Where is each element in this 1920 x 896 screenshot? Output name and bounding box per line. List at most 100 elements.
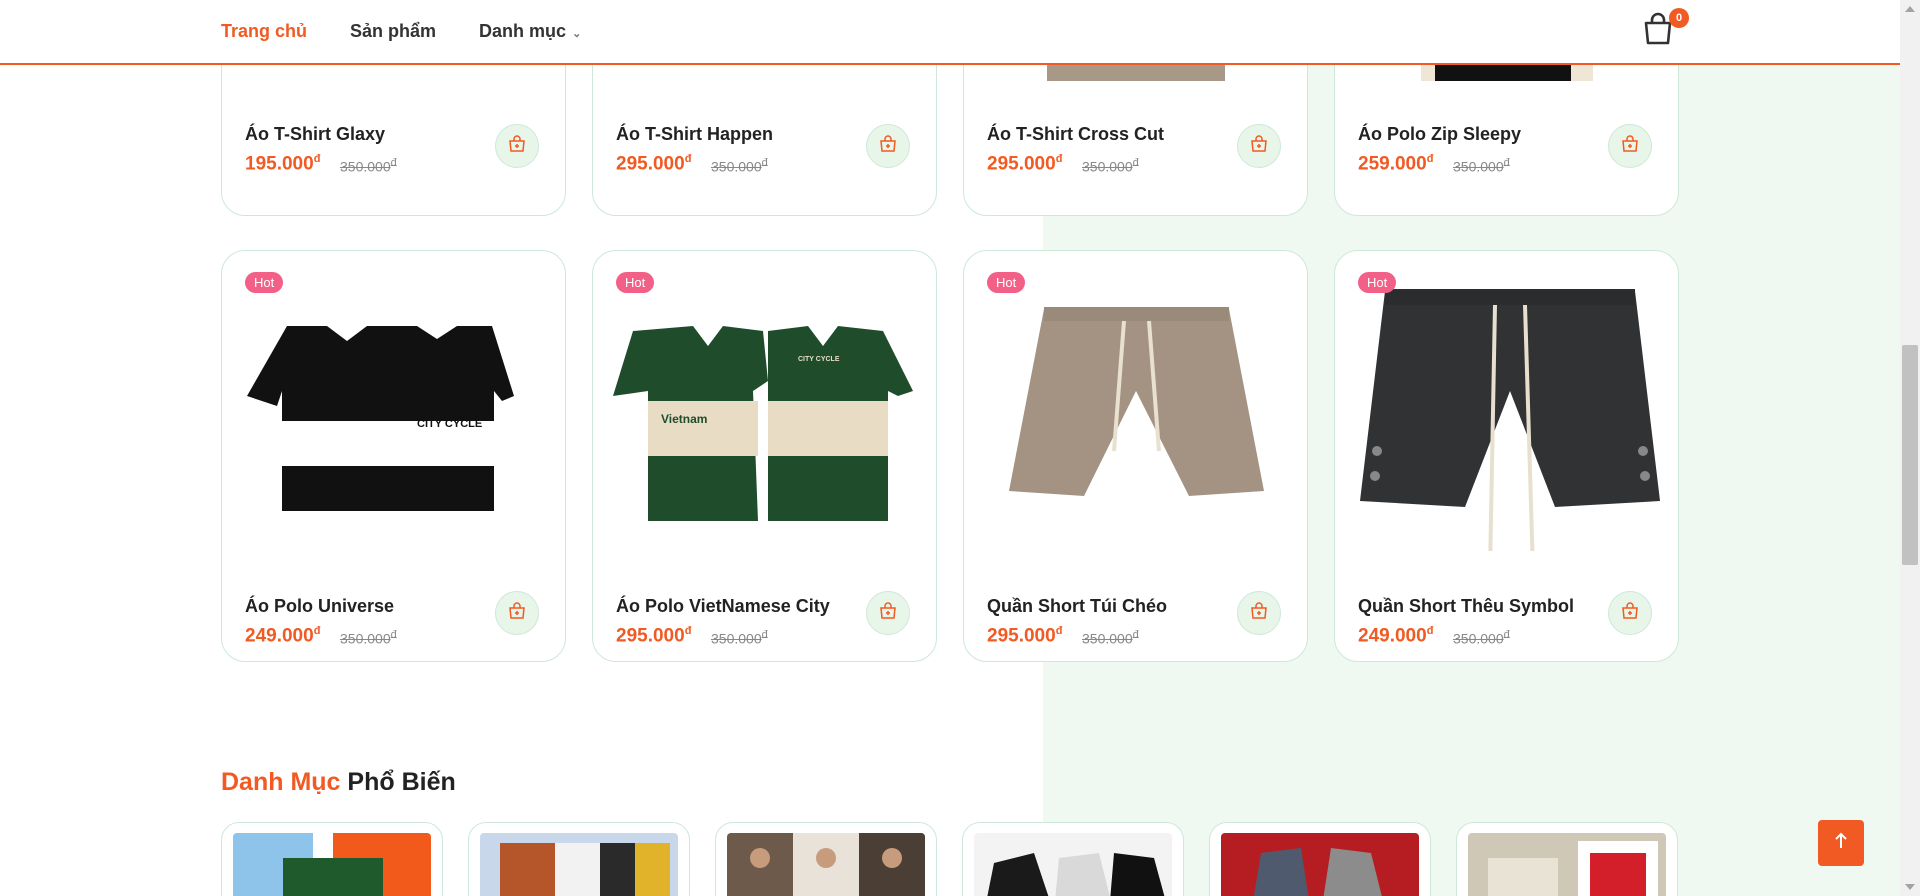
scrollbar-thumb[interactable]: [1902, 345, 1918, 565]
product-price: 195.000đ: [245, 153, 320, 175]
product-price: 249.000đ: [1358, 625, 1433, 647]
chevron-down-icon: ⌄: [572, 28, 582, 40]
section-title-rest: Phổ Biến: [347, 768, 456, 796]
old-price-value: 350.000: [340, 158, 391, 175]
product-name[interactable]: Quần Short Thêu Symbol: [1358, 596, 1574, 617]
product-old-price: 350.000đ: [1082, 157, 1139, 175]
currency-symbol: đ: [1055, 625, 1063, 637]
currency-symbol: đ: [1503, 157, 1510, 169]
hot-badge: Hot: [245, 272, 284, 293]
product-old-price: 350.000đ: [340, 629, 397, 647]
add-to-cart-button[interactable]: [866, 591, 910, 635]
product-card[interactable]: Vietnam CITY CYCLE Hot Áo Polo VietNames…: [592, 250, 937, 662]
currency-symbol: đ: [684, 625, 692, 637]
price-value: 249.000: [245, 625, 314, 647]
product-image: [964, 251, 1307, 551]
hot-badge: Hot: [616, 272, 655, 293]
currency-symbol: đ: [1426, 153, 1434, 165]
currency-symbol: đ: [761, 629, 768, 641]
product-price: 249.000đ: [245, 625, 320, 647]
old-price-value: 350.000: [340, 630, 391, 647]
price-value: 295.000: [616, 625, 685, 647]
product-price: 295.000đ: [616, 625, 691, 647]
product-price: 259.000đ: [1358, 153, 1433, 175]
product-old-price: 350.000đ: [1453, 157, 1510, 175]
currency-symbol: đ: [313, 625, 321, 637]
product-name[interactable]: Áo Polo Universe: [245, 596, 394, 617]
product-card[interactable]: Hot Quần Short Thêu Symbol 249.000đ 350.…: [1334, 250, 1679, 662]
add-to-cart-button[interactable]: [1608, 591, 1652, 635]
old-price-value: 350.000: [711, 630, 762, 647]
site-header: Trang chủ Sản phẩm Danh mục ⌄ 0: [0, 0, 1900, 65]
cart-plus-icon: [1250, 601, 1268, 625]
arrow-up-icon: [1831, 831, 1851, 856]
category-card[interactable]: [715, 822, 937, 896]
cart-plus-icon: [508, 134, 526, 158]
old-price-value: 350.000: [711, 158, 762, 175]
scroll-up-arrow-icon[interactable]: [1905, 6, 1915, 12]
category-card[interactable]: [221, 822, 443, 896]
currency-symbol: đ: [1426, 625, 1434, 637]
currency-symbol: đ: [1055, 153, 1063, 165]
currency-symbol: đ: [390, 157, 397, 169]
add-to-cart-button[interactable]: [495, 124, 539, 168]
product-old-price: 350.000đ: [711, 629, 768, 647]
back-to-top-button[interactable]: [1818, 820, 1864, 866]
price-value: 295.000: [616, 153, 685, 175]
svg-text:Vietnam: Vietnam: [661, 412, 707, 426]
category-image: [1468, 833, 1666, 896]
add-to-cart-button[interactable]: [1237, 124, 1281, 168]
cart-plus-icon: [1621, 601, 1639, 625]
product-card[interactable]: CITY CYCLE Hot Áo Polo Universe 249.000đ…: [221, 250, 566, 662]
product-old-price: 350.000đ: [1082, 629, 1139, 647]
product-card[interactable]: Hot Quần Short Túi Chéo 295.000đ 350.000…: [963, 250, 1308, 662]
main-nav: Trang chủ Sản phẩm Danh mục ⌄: [221, 0, 581, 63]
nav-categories[interactable]: Danh mục ⌄: [479, 21, 581, 42]
section-title: Danh Mục Phổ Biến: [221, 768, 456, 797]
add-to-cart-button[interactable]: [866, 124, 910, 168]
nav-products-label: Sản phẩm: [350, 21, 437, 41]
product-name[interactable]: Áo T-Shirt Happen: [616, 124, 773, 145]
currency-symbol: đ: [761, 157, 768, 169]
product-name[interactable]: Quần Short Túi Chéo: [987, 596, 1167, 617]
product-price: 295.000đ: [987, 153, 1062, 175]
category-image: [974, 833, 1172, 896]
scroll-down-arrow-icon[interactable]: [1905, 884, 1915, 890]
nav-products[interactable]: Sản phẩm: [350, 21, 436, 42]
cart-plus-icon: [1250, 134, 1268, 158]
add-to-cart-button[interactable]: [1237, 591, 1281, 635]
currency-symbol: đ: [1132, 629, 1139, 641]
product-name[interactable]: Áo T-Shirt Glaxy: [245, 124, 385, 145]
old-price-value: 350.000: [1453, 630, 1504, 647]
svg-text:CITY CYCLE: CITY CYCLE: [417, 418, 482, 430]
product-image: Vietnam CITY CYCLE: [593, 251, 936, 551]
price-value: 295.000: [987, 625, 1056, 647]
currency-symbol: đ: [1132, 157, 1139, 169]
price-value: 249.000: [1358, 625, 1427, 647]
currency-symbol: đ: [684, 153, 692, 165]
product-name[interactable]: Áo Polo Zip Sleepy: [1358, 124, 1521, 145]
category-card[interactable]: [962, 822, 1184, 896]
product-name[interactable]: Áo Polo VietNamese City: [616, 596, 830, 617]
cart-plus-icon: [1621, 134, 1639, 158]
nav-home-label: Trang chủ: [221, 21, 308, 41]
product-image: [1335, 251, 1678, 572]
category-card[interactable]: [468, 822, 690, 896]
nav-home[interactable]: Trang chủ: [221, 21, 307, 42]
old-price-value: 350.000: [1082, 630, 1133, 647]
svg-text:CITY CYCLE: CITY CYCLE: [798, 356, 840, 363]
category-card[interactable]: [1456, 822, 1678, 896]
product-image: CITY CYCLE: [222, 251, 565, 551]
product-price: 295.000đ: [616, 153, 691, 175]
category-image: [727, 833, 925, 896]
hot-badge: Hot: [987, 272, 1026, 293]
price-value: 195.000: [245, 153, 314, 175]
nav-categories-label: Danh mục: [479, 21, 567, 41]
currency-symbol: đ: [1503, 629, 1510, 641]
hot-badge: Hot: [1358, 272, 1397, 293]
cart-plus-icon: [879, 134, 897, 158]
add-to-cart-button[interactable]: [495, 591, 539, 635]
add-to-cart-button[interactable]: [1608, 124, 1652, 168]
product-name[interactable]: Áo T-Shirt Cross Cut: [987, 124, 1164, 145]
category-card[interactable]: [1209, 822, 1431, 896]
